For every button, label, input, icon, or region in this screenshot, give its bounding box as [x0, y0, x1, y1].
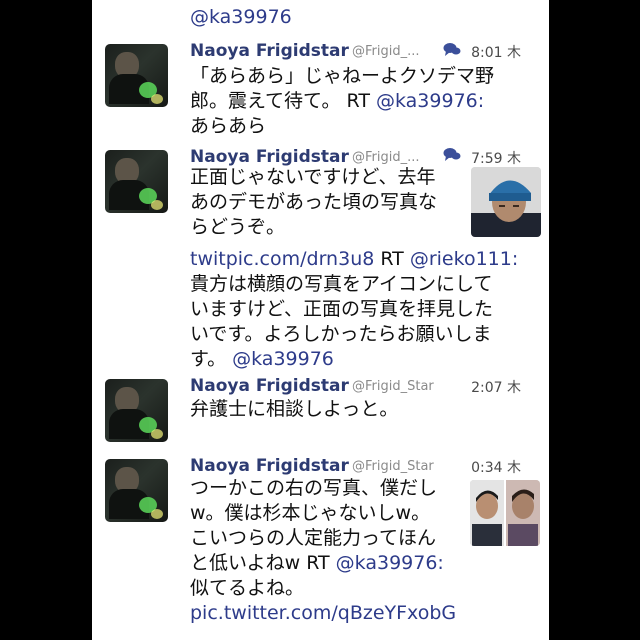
- mention-link[interactable]: @ka39976: [232, 348, 334, 370]
- tweet[interactable]: Naoya Frigidstar @Frigid_Star 2:07 木 弁護士…: [92, 372, 549, 453]
- tweet[interactable]: Naoya Frigidstar @Frigid_... 8:01 木 「あらあ…: [92, 38, 549, 144]
- user-handle: @Frigid_Star: [352, 379, 434, 394]
- timestamp: 0:34 木: [471, 460, 521, 476]
- tweet-text: 弁護士に相談しよっと。: [190, 398, 399, 420]
- pic-link[interactable]: pic.twitter.com/qBzeYFxobG: [190, 601, 549, 626]
- user-name: Naoya Frigidstar: [190, 147, 349, 167]
- mention-link[interactable]: @ka39976:: [376, 90, 484, 112]
- user-name: Naoya Frigidstar: [190, 41, 349, 61]
- user-name: Naoya Frigidstar: [190, 456, 349, 476]
- chat-bubbles-icon: [443, 148, 461, 161]
- avatar[interactable]: [105, 379, 168, 442]
- mention-link[interactable]: @ka39976: [190, 6, 292, 28]
- avatar[interactable]: [105, 459, 168, 522]
- photo-thumbnail[interactable]: [471, 167, 541, 237]
- tweet-text: 「あらあら」じゃねーよクソデマ野 郎。震えて待て。 RT @ka39976: あ…: [190, 65, 495, 137]
- timestamp: 8:01 木: [471, 45, 521, 61]
- tweet-partial[interactable]: @ka39976: [92, 0, 549, 39]
- user-handle: @Frigid_Star: [352, 459, 434, 474]
- user-handle: @Frigid_...: [352, 44, 420, 59]
- user-handle: @Frigid_...: [352, 150, 420, 165]
- tweet[interactable]: Naoya Frigidstar @Frigid_... 7:59 木 正面じゃ…: [92, 143, 549, 373]
- timestamp: 2:07 木: [471, 380, 521, 396]
- photo-thumbnail[interactable]: [470, 480, 540, 546]
- user-name: Naoya Frigidstar: [190, 376, 349, 396]
- avatar[interactable]: [105, 150, 168, 213]
- tweet[interactable]: Naoya Frigidstar @Frigid_Star 0:34 木 つーか…: [92, 452, 549, 640]
- twitpic-link[interactable]: twitpic.com/drn3u8: [190, 248, 374, 270]
- avatar[interactable]: [105, 44, 168, 107]
- mention-link[interactable]: @ka39976:: [336, 552, 444, 574]
- timeline[interactable]: @ka39976 Naoya Frigidstar @Frigid_... 8:…: [92, 0, 549, 640]
- chat-bubbles-icon: [443, 43, 461, 56]
- mention-link[interactable]: @rieko111:: [410, 248, 518, 270]
